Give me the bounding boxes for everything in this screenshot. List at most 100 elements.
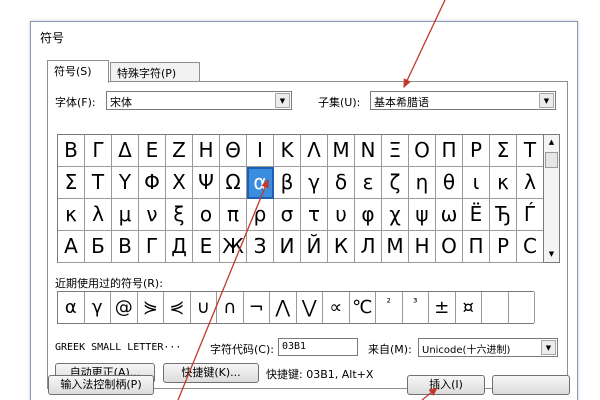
symbol-cell[interactable]: Л bbox=[355, 231, 382, 263]
symbol-cell[interactable]: Ђ bbox=[490, 199, 517, 231]
symbol-cell[interactable]: Ψ bbox=[193, 167, 220, 199]
symbol-cell[interactable]: μ bbox=[112, 199, 139, 231]
scrollbar-thumb[interactable] bbox=[545, 152, 558, 168]
symbol-cell[interactable]: П bbox=[463, 231, 490, 263]
symbol-cell[interactable]: θ bbox=[436, 167, 463, 199]
recent-symbol-cell[interactable]: ² bbox=[376, 292, 403, 323]
chevron-down-icon[interactable]: ▼ bbox=[275, 93, 290, 108]
symbol-cell[interactable]: З bbox=[247, 231, 274, 263]
recent-symbol-cell[interactable]: ⋀ bbox=[270, 292, 297, 323]
symbol-cell[interactable]: ε bbox=[355, 167, 382, 199]
symbol-cell[interactable]: β bbox=[274, 167, 301, 199]
symbol-cell[interactable]: Е bbox=[193, 231, 220, 263]
symbol-cell[interactable]: Б bbox=[85, 231, 112, 263]
chevron-down-icon[interactable]: ▼ bbox=[541, 340, 556, 355]
symbol-cell[interactable]: τ bbox=[301, 199, 328, 231]
symbol-cell[interactable]: ρ bbox=[247, 199, 274, 231]
symbol-cell[interactable]: Μ bbox=[328, 135, 355, 167]
subset-select[interactable]: 基本希腊语 ▼ bbox=[370, 91, 556, 110]
from-select[interactable]: Unicode(十六进制) ▼ bbox=[418, 338, 558, 357]
symbol-cell[interactable]: С bbox=[517, 231, 544, 263]
symbol-cell[interactable]: Τ bbox=[85, 167, 112, 199]
recent-symbol-cell[interactable]: ¬ bbox=[244, 292, 270, 323]
cancel-button[interactable] bbox=[492, 375, 570, 395]
symbol-cell[interactable]: η bbox=[409, 167, 436, 199]
symbol-cell[interactable]: υ bbox=[328, 199, 355, 231]
symbol-cell[interactable]: Η bbox=[193, 135, 220, 167]
recent-symbol-cell[interactable]: γ bbox=[85, 292, 111, 323]
symbol-cell[interactable]: И bbox=[274, 231, 301, 263]
recent-symbol-cell[interactable]: ± bbox=[429, 292, 456, 323]
symbol-cell[interactable]: Δ bbox=[112, 135, 139, 167]
ime-control-button[interactable]: 输入法控制柄(P) bbox=[48, 375, 154, 395]
symbol-cell[interactable]: ι bbox=[463, 167, 490, 199]
recent-symbol-cell[interactable]: ¤ bbox=[456, 292, 482, 323]
symbol-cell[interactable]: λ bbox=[85, 199, 112, 231]
scroll-down-icon[interactable]: ▼ bbox=[544, 247, 559, 262]
recent-symbol-cell[interactable]: @ bbox=[111, 292, 138, 323]
symbol-cell[interactable]: α bbox=[247, 167, 274, 199]
recent-symbol-cell[interactable]: ⋟ bbox=[138, 292, 164, 323]
symbol-cell[interactable]: Φ bbox=[139, 167, 166, 199]
symbol-cell[interactable]: κ bbox=[58, 199, 85, 231]
symbol-cell[interactable]: Χ bbox=[166, 167, 193, 199]
symbol-cell[interactable]: Σ bbox=[58, 167, 85, 199]
symbol-cell[interactable]: γ bbox=[301, 167, 328, 199]
recent-symbol-cell[interactable] bbox=[482, 292, 509, 323]
symbol-cell[interactable]: Ζ bbox=[166, 135, 193, 167]
symbol-cell[interactable]: Λ bbox=[301, 135, 328, 167]
recent-symbol-cell[interactable] bbox=[509, 292, 535, 323]
symbol-cell[interactable]: Ρ bbox=[463, 135, 490, 167]
symbol-cell[interactable]: Ε bbox=[139, 135, 166, 167]
symbol-cell[interactable]: Ж bbox=[220, 231, 247, 263]
symbol-cell[interactable]: ξ bbox=[166, 199, 193, 231]
symbol-cell[interactable]: λ bbox=[517, 167, 544, 199]
symbol-cell[interactable]: Р bbox=[490, 231, 517, 263]
symbol-cell[interactable]: А bbox=[58, 231, 85, 263]
insert-button[interactable]: 插入(I) bbox=[407, 375, 485, 395]
symbol-cell[interactable]: К bbox=[328, 231, 355, 263]
symbol-cell[interactable]: χ bbox=[382, 199, 409, 231]
recent-symbol-cell[interactable]: ℃ bbox=[350, 292, 376, 323]
symbol-cell[interactable]: Ν bbox=[355, 135, 382, 167]
recent-symbol-cell[interactable]: ∪ bbox=[191, 292, 217, 323]
symbol-cell[interactable]: κ bbox=[490, 167, 517, 199]
symbol-cell[interactable]: Γ bbox=[85, 135, 112, 167]
symbol-cell[interactable]: ο bbox=[193, 199, 220, 231]
symbol-cell[interactable]: Г bbox=[139, 231, 166, 263]
recent-symbol-cell[interactable]: α bbox=[58, 292, 85, 323]
symbol-cell[interactable]: Ο bbox=[409, 135, 436, 167]
symbol-cell[interactable]: Π bbox=[436, 135, 463, 167]
recent-symbol-cell[interactable]: ∩ bbox=[217, 292, 244, 323]
symbol-cell[interactable]: Τ bbox=[517, 135, 544, 167]
symbol-cell[interactable]: ν bbox=[139, 199, 166, 231]
recent-symbol-cell[interactable]: ³ bbox=[403, 292, 429, 323]
shortcut-key-button[interactable]: 快捷键(K)... bbox=[163, 363, 259, 383]
symbol-cell[interactable]: δ bbox=[328, 167, 355, 199]
symbol-cell[interactable]: Ё bbox=[463, 199, 490, 231]
symbol-cell[interactable]: Β bbox=[58, 135, 85, 167]
symbol-cell[interactable]: М bbox=[382, 231, 409, 263]
recent-symbol-cell[interactable]: ∝ bbox=[323, 292, 350, 323]
symbol-cell[interactable]: φ bbox=[355, 199, 382, 231]
recent-symbol-cell[interactable]: ⋁ bbox=[297, 292, 323, 323]
title-bar[interactable]: 符号 bbox=[31, 22, 577, 50]
symbol-cell[interactable]: Θ bbox=[220, 135, 247, 167]
symbol-cell[interactable]: Σ bbox=[490, 135, 517, 167]
tab-special-characters[interactable]: 特殊字符(P) bbox=[110, 62, 200, 82]
symbol-cell[interactable]: σ bbox=[274, 199, 301, 231]
symbol-cell[interactable]: ψ bbox=[409, 199, 436, 231]
symbol-cell[interactable]: Ξ bbox=[382, 135, 409, 167]
symbol-cell[interactable]: Д bbox=[166, 231, 193, 263]
symbol-cell[interactable]: Υ bbox=[112, 167, 139, 199]
symbol-cell[interactable]: Ω bbox=[220, 167, 247, 199]
symbol-cell[interactable]: ω bbox=[436, 199, 463, 231]
symbol-cell[interactable]: π bbox=[220, 199, 247, 231]
symbol-cell[interactable]: Ι bbox=[247, 135, 274, 167]
char-code-input[interactable]: 03B1 bbox=[278, 338, 358, 356]
font-select[interactable]: 宋体 ▼ bbox=[106, 91, 292, 110]
symbol-cell[interactable]: Ѓ bbox=[517, 199, 544, 231]
tab-symbols[interactable]: 符号(S) bbox=[47, 60, 109, 83]
chevron-down-icon[interactable]: ▼ bbox=[539, 93, 554, 108]
symbol-cell[interactable]: Й bbox=[301, 231, 328, 263]
